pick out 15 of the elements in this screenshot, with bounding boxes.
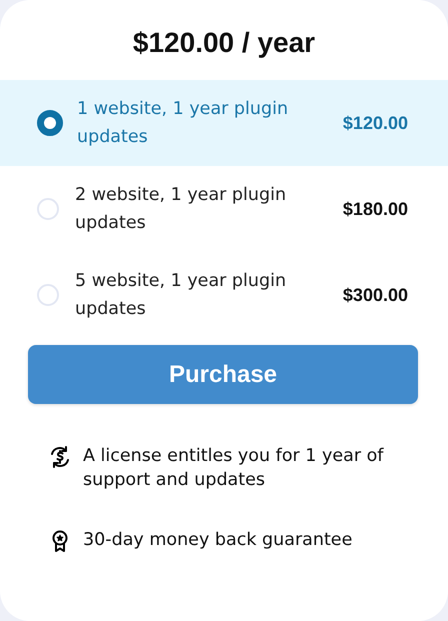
feature-text: A license entitles you for 1 year of support and updates	[83, 445, 385, 492]
plan-option[interactable]: 2 website, 1 year plugin updates $180.00	[0, 166, 448, 252]
plan-option[interactable]: 5 website, 1 year plugin updates $300.00	[0, 252, 448, 338]
plan-price: $120.00	[342, 112, 408, 134]
plan-label: 2 website, 1 year plugin updates	[75, 184, 288, 235]
refresh-dollar-icon	[48, 445, 72, 469]
plan-price: $300.00	[342, 284, 408, 306]
plan-label: 1 website, 1 year plugin updates	[77, 98, 290, 149]
plan-label: 5 website, 1 year plugin updates	[75, 270, 288, 321]
plan-price: $180.00	[342, 198, 408, 220]
feature-text: 30-day money back guarantee	[83, 529, 354, 552]
radio-button[interactable]	[37, 110, 63, 136]
price-title: $120.00 / year	[132, 26, 316, 60]
purchase-button[interactable]: Purchase	[28, 345, 418, 404]
plan-option[interactable]: 1 website, 1 year plugin updates $120.00	[0, 80, 448, 166]
